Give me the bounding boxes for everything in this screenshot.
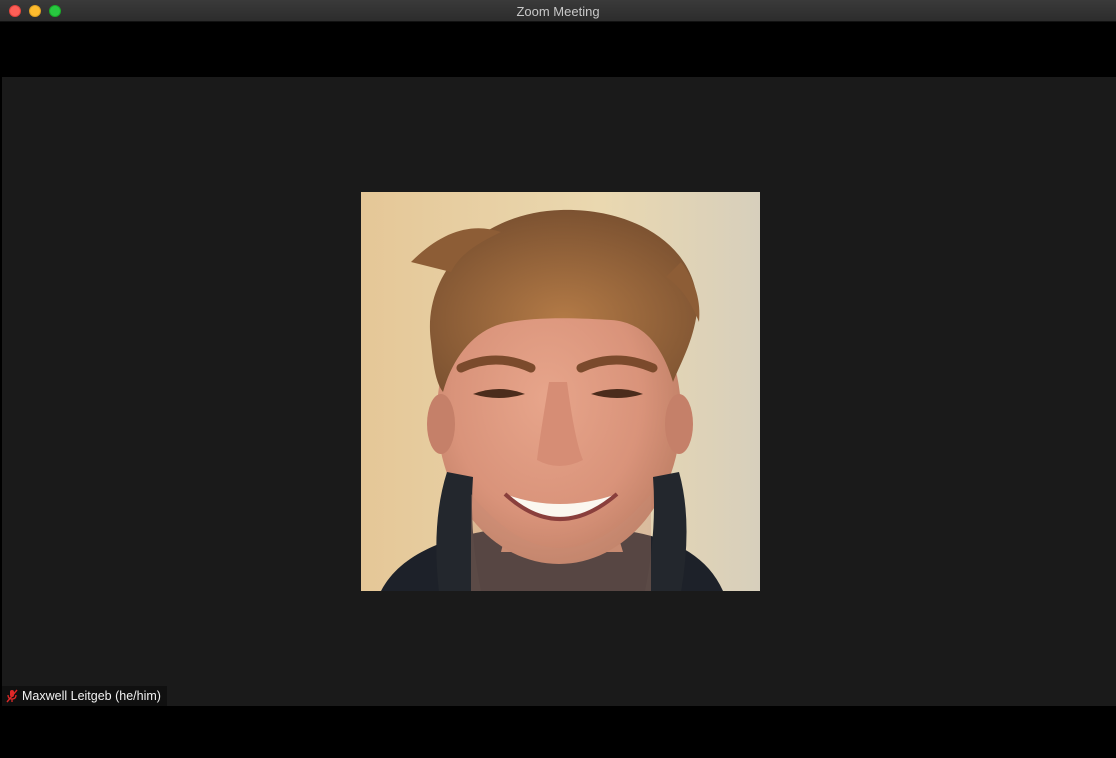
participant-video-frame xyxy=(361,192,760,591)
participant-name: Maxwell Leitgeb (he/him) xyxy=(22,689,161,703)
bottom-bar xyxy=(0,706,1116,758)
participant-video[interactable] xyxy=(361,192,760,591)
muted-mic-icon xyxy=(6,689,18,703)
title-bar[interactable]: Zoom Meeting xyxy=(0,0,1116,22)
participant-name-tag: Maxwell Leitgeb (he/him) xyxy=(2,686,167,706)
zoom-meeting-window: Zoom Meeting Maxwell Leitgeb (he/him) xyxy=(0,0,1116,758)
window-title: Zoom Meeting xyxy=(516,4,600,19)
top-bar xyxy=(0,22,1116,77)
